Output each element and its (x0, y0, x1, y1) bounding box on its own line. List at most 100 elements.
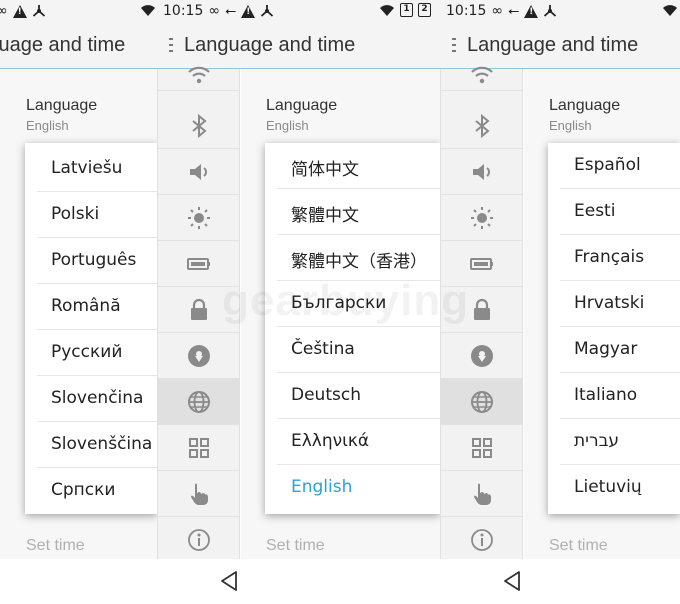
status-bar-middle: 10:15 ∞ ⭠ 1 2 (157, 0, 440, 24)
back-icon[interactable] (501, 569, 525, 593)
drawer-menu-icon[interactable] (452, 38, 458, 54)
sidebar-item-language[interactable] (441, 379, 522, 425)
language-option[interactable]: 简体中文 (277, 143, 440, 189)
page-title: Language and time (467, 34, 639, 56)
set-time-label[interactable]: Set time (549, 537, 608, 555)
language-list-left: Latviešu Polski Português Română Русский… (25, 143, 157, 514)
wifi-icon (470, 66, 493, 83)
language-value: English (549, 118, 592, 133)
battery-icon (186, 257, 210, 270)
language-option[interactable]: Português (37, 238, 157, 284)
warning-icon (12, 4, 27, 18)
infinity-icon: ∞ (0, 3, 8, 19)
sidebar-item-wifi[interactable] (158, 57, 239, 91)
language-label[interactable]: Language (26, 97, 97, 115)
language-option[interactable]: Magyar (560, 327, 680, 373)
sidebar-item-battery[interactable] (158, 241, 239, 287)
apps-grid-icon (188, 437, 209, 458)
sidebar-item-location[interactable] (441, 333, 522, 379)
sidebar-item-wifi[interactable] (441, 57, 522, 91)
language-option[interactable]: Italiano (560, 373, 680, 419)
status-time: 10:15 (446, 3, 487, 19)
language-option-selected[interactable]: English (277, 465, 440, 511)
sidebar-item-language[interactable] (158, 379, 239, 425)
wifi-icon (663, 5, 677, 16)
language-option[interactable]: עברית (560, 419, 680, 465)
language-option[interactable]: Eesti (560, 189, 680, 235)
language-value: English (26, 118, 69, 133)
sidebar-item-apps[interactable] (441, 425, 522, 471)
language-option[interactable]: Deutsch (277, 373, 440, 419)
set-time-label[interactable]: Set time (26, 537, 85, 555)
language-option[interactable]: Hrvatski (560, 281, 680, 327)
usb-icon: ⭠ (508, 3, 520, 19)
language-option[interactable]: Polski (37, 192, 157, 238)
bluetooth-icon (191, 113, 207, 138)
language-label[interactable]: Language (549, 97, 620, 115)
language-option[interactable]: 繁體中文（香港） (277, 235, 440, 281)
sidebar-item-bluetooth[interactable] (441, 103, 522, 149)
info-icon (470, 529, 493, 551)
sidebar-item-about[interactable] (441, 517, 522, 563)
volume-icon (472, 163, 490, 180)
settings-sidebar-1 (157, 66, 240, 559)
sidebar-item-security[interactable] (441, 287, 522, 333)
language-label[interactable]: Language (266, 97, 337, 115)
network-icon (32, 5, 45, 17)
battery-icon (469, 257, 493, 270)
status-time: 10:15 (163, 3, 204, 19)
page-title: Language and time (0, 34, 126, 56)
language-option[interactable]: Français (560, 235, 680, 281)
sidebar-item-sound[interactable] (158, 149, 239, 195)
wifi-icon (141, 5, 155, 16)
language-option[interactable]: Српски (37, 468, 157, 514)
language-option[interactable]: Ελληνικά (277, 419, 440, 465)
language-option[interactable]: Slovenščina (37, 422, 157, 468)
sim2-icon: 2 (418, 3, 431, 17)
location-icon (187, 344, 210, 367)
warning-icon (524, 4, 539, 18)
sidebar-item-security[interactable] (158, 287, 239, 333)
language-option[interactable]: 繁體中文 (277, 189, 440, 235)
info-icon (187, 529, 210, 551)
drawer-menu-icon[interactable] (169, 38, 175, 54)
back-icon[interactable] (218, 569, 242, 593)
infinity-icon: ∞ (491, 3, 504, 19)
language-option[interactable]: Lietuvių (560, 465, 680, 511)
sidebar-item-battery[interactable] (441, 241, 522, 287)
wifi-icon (187, 66, 210, 83)
language-option[interactable]: Čeština (277, 327, 440, 373)
status-bar-left: ∞ (0, 0, 157, 24)
sidebar-item-gestures[interactable] (158, 471, 239, 517)
language-option[interactable]: Български (277, 281, 440, 327)
sidebar-item-display[interactable] (441, 195, 522, 241)
wifi-icon (380, 5, 394, 16)
sidebar-item-location[interactable] (158, 333, 239, 379)
sidebar-item-sound[interactable] (441, 149, 522, 195)
settings-sidebar-2 (440, 66, 523, 559)
status-bar-right: 10:15 ∞ ⭠ (440, 0, 680, 24)
set-time-label[interactable]: Set time (266, 537, 325, 555)
lock-icon (473, 298, 490, 320)
globe-icon (470, 390, 493, 413)
language-option[interactable]: Español (560, 143, 680, 189)
sidebar-item-apps[interactable] (158, 425, 239, 471)
sidebar-item-bluetooth[interactable] (158, 103, 239, 149)
sidebar-item-about[interactable] (158, 517, 239, 563)
sidebar-item-gestures[interactable] (441, 471, 522, 517)
sidebar-item-display[interactable] (158, 195, 239, 241)
warning-icon (241, 4, 256, 18)
infinity-icon: ∞ (208, 3, 221, 19)
language-list-right: Español Eesti Français Hrvatski Magyar I… (548, 143, 680, 514)
language-option[interactable]: Latviešu (37, 146, 157, 192)
brightness-icon (470, 206, 493, 229)
language-option[interactable]: Română (37, 284, 157, 330)
network-icon (544, 5, 557, 17)
navigation-bar (0, 559, 680, 604)
title-bar-left: Language and time (0, 24, 157, 69)
volume-icon (189, 163, 207, 180)
language-option[interactable]: Русский (37, 330, 157, 376)
language-option[interactable]: Slovenčina (37, 376, 157, 422)
sim1-icon: 1 (400, 3, 413, 17)
language-list-middle: 简体中文 繁體中文 繁體中文（香港） Български Čeština Deu… (265, 143, 440, 514)
